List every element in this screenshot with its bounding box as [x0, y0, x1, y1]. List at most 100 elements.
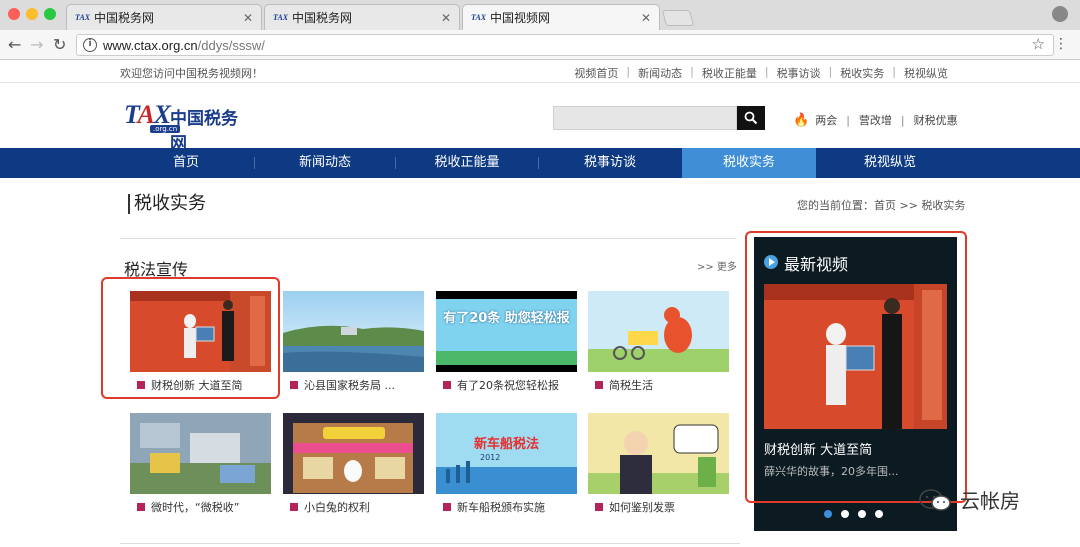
- caption-text: 简税生活: [609, 379, 653, 392]
- cartoon-presenter-image: [588, 413, 729, 494]
- wechat-icon: [919, 488, 951, 511]
- search-button[interactable]: [737, 106, 765, 130]
- page-title: 税收实务: [128, 194, 206, 214]
- top-strip: 欢迎您访问中国税务视频网！ 视频首页 | 新闻动态 | 税收正能量 | 税事访谈 | 税…: [0, 61, 1080, 83]
- divider: [120, 238, 736, 239]
- breadcrumb: 您的当前位置：首页 >> 税收实务: [797, 199, 966, 212]
- reload-icon[interactable]: ↻: [53, 35, 66, 54]
- nav-item-practice[interactable]: 税收实务: [682, 148, 816, 178]
- lake-landscape-image: [283, 291, 424, 372]
- tax-law-title-image: [436, 413, 577, 494]
- bookmark-star-icon[interactable]: ☆: [1032, 35, 1045, 53]
- maximize-window-button[interactable]: [44, 8, 56, 20]
- separator: |: [626, 65, 631, 78]
- top-link-interview[interactable]: 税事访谈: [777, 65, 821, 81]
- url-text: www.ctax.org.cn/ddys/sssw/: [103, 38, 265, 53]
- caption-text: 小白兔的权利: [304, 501, 370, 514]
- video-caption-7[interactable]: 新车船税颁布实施: [443, 499, 545, 515]
- separator: |: [690, 65, 694, 78]
- video-thumbnail-7[interactable]: 新车船税法 2012: [436, 413, 577, 494]
- url-path: /ddys/sssw/: [197, 38, 265, 53]
- close-window-button[interactable]: [8, 8, 20, 20]
- address-bar[interactable]: i www.ctax.org.cn/ddys/sssw/ ☆: [76, 34, 1054, 56]
- thumbnail-year-text: 2012: [480, 453, 501, 462]
- search-icon: [744, 111, 758, 125]
- profile-icon[interactable]: [1052, 6, 1068, 22]
- forward-arrow-icon[interactable]: →: [30, 35, 43, 54]
- nav-item-positive[interactable]: 税收正能量: [396, 148, 538, 178]
- video-caption-5[interactable]: 微时代，“微税收”: [137, 499, 239, 515]
- tab-label: 中国税务网: [292, 11, 353, 25]
- close-tab-icon[interactable]: ✕: [243, 11, 253, 25]
- hot-links: 🔥 两会 | 营改增 | 财税优惠: [793, 112, 958, 128]
- hot-link-caishui[interactable]: 财税优惠: [914, 112, 958, 128]
- caption-text: 沁县国家税务局 ...: [304, 379, 395, 392]
- carousel-dots: [824, 510, 883, 518]
- carousel-dot-1[interactable]: [824, 510, 832, 518]
- video-caption-2[interactable]: 沁县国家税务局 ...: [290, 377, 395, 393]
- bullet-icon: [443, 503, 451, 511]
- video-thumbnail-5[interactable]: [130, 413, 271, 494]
- top-link-news[interactable]: 新闻动态: [638, 65, 682, 81]
- separator: |: [900, 113, 905, 127]
- video-caption-8[interactable]: 如何鉴别发票: [595, 499, 675, 515]
- nav-item-home[interactable]: 首页: [118, 148, 254, 178]
- site-logo[interactable]: TAX 中国税务网 .org.cn: [124, 100, 254, 154]
- nav-item-interview[interactable]: 税事访谈: [539, 148, 681, 178]
- nav-item-news[interactable]: 新闻动态: [255, 148, 395, 178]
- video-thumbnail-4[interactable]: [588, 291, 729, 372]
- back-arrow-icon[interactable]: ←: [8, 35, 21, 54]
- browser-menu-icon[interactable]: ⋮: [1054, 36, 1068, 52]
- video-thumbnail-2[interactable]: [283, 291, 424, 372]
- caption-text: 微时代，“微税收”: [151, 501, 240, 514]
- close-tab-icon[interactable]: ✕: [441, 11, 451, 25]
- separator: |: [828, 65, 833, 78]
- cartoon-city-image: [130, 413, 271, 494]
- tax-favicon-icon: TAX: [471, 12, 487, 22]
- minimize-window-button[interactable]: [26, 8, 38, 20]
- thumbnail-overlay-text: 新车船税法: [473, 437, 539, 452]
- video-thumbnail-6[interactable]: [283, 413, 424, 494]
- browser-tab-bar: TAX 中国税务网 ✕ TAX 中国税务网 ✕ TAX 中国视频网 ✕: [0, 0, 1080, 30]
- bullet-icon: [443, 381, 451, 389]
- video-thumbnail-3[interactable]: 有了20条 助您轻松报: [436, 291, 577, 372]
- cartoon-fox-image: [588, 291, 729, 372]
- caption-text: 如何鉴别发票: [609, 501, 675, 514]
- info-icon[interactable]: i: [83, 38, 97, 52]
- separator: |: [892, 65, 896, 78]
- top-link-overview[interactable]: 税视纵览: [904, 65, 948, 81]
- bullet-icon: [595, 503, 603, 511]
- video-caption-4[interactable]: 简税生活: [595, 377, 653, 393]
- bullet-icon: [290, 503, 298, 511]
- new-tab-button[interactable]: [661, 10, 695, 26]
- url-host: www.ctax.org.cn: [103, 38, 198, 53]
- browser-tab-2[interactable]: TAX 中国税务网 ✕: [264, 4, 460, 30]
- search-input[interactable]: [553, 106, 737, 130]
- cartoon-title-image: [436, 291, 577, 372]
- logo-domain: .org.cn: [150, 125, 181, 133]
- carousel-dot-2[interactable]: [841, 510, 849, 518]
- main-nav: 首页 新闻动态 税收正能量 税事访谈 税收实务 税视纵览: [0, 148, 1080, 178]
- watermark-text: 云帐房: [960, 489, 1020, 513]
- bullet-icon: [595, 381, 603, 389]
- welcome-text: 欢迎您访问中国税务视频网！: [120, 67, 263, 80]
- video-caption-6[interactable]: 小白兔的权利: [290, 499, 370, 515]
- carousel-dot-3[interactable]: [858, 510, 866, 518]
- browser-tab-1[interactable]: TAX 中国税务网 ✕: [66, 4, 262, 30]
- carousel-dot-4[interactable]: [875, 510, 883, 518]
- tab-label: 中国税务网: [94, 11, 155, 25]
- more-link[interactable]: >> 更多: [697, 258, 737, 273]
- top-link-positive[interactable]: 税收正能量: [702, 65, 757, 81]
- tax-favicon-icon: TAX: [75, 12, 91, 22]
- video-caption-3[interactable]: 有了20条祝您轻松报: [443, 377, 559, 393]
- close-tab-icon[interactable]: ✕: [641, 11, 651, 25]
- hot-link-yinggaizeng[interactable]: 营改增: [859, 112, 892, 128]
- top-link-home[interactable]: 视频首页: [574, 65, 618, 81]
- caption-text: 有了20条祝您轻松报: [457, 379, 559, 392]
- hot-link-lianghui[interactable]: 两会: [815, 112, 837, 128]
- top-link-practice[interactable]: 税收实务: [840, 65, 884, 81]
- tab-label: 中国视频网: [490, 11, 551, 25]
- browser-tab-3-active[interactable]: TAX 中国视频网 ✕: [462, 4, 660, 30]
- video-thumbnail-8[interactable]: [588, 413, 729, 494]
- nav-item-overview[interactable]: 税视纵览: [817, 148, 963, 178]
